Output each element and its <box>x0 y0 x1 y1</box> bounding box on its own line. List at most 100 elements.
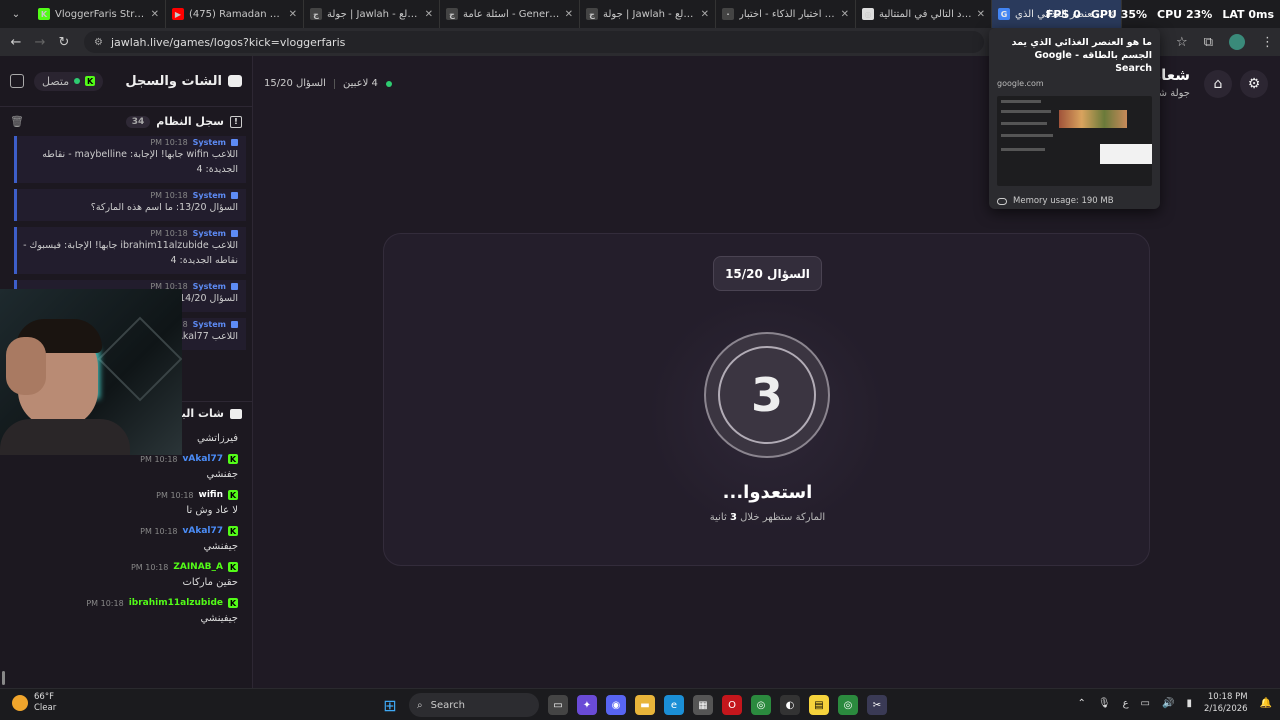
browser-tab[interactable]: K VloggerFaris Stream - Wa ✕ <box>32 0 166 28</box>
online-dot-icon <box>74 78 81 84</box>
close-tab-icon[interactable]: ✕ <box>977 9 985 20</box>
opera-icon[interactable]: O <box>722 695 742 715</box>
tab-hover-preview: ما هو العنصر الغذائي الذي يمد الجسم بالط… <box>989 28 1160 209</box>
battery-icon[interactable]: ▮ <box>1186 698 1192 709</box>
kick-badge-icon: K <box>228 562 238 572</box>
network-icon[interactable]: ▭ <box>1141 698 1150 709</box>
streamer-shirt <box>0 419 130 455</box>
tab-title: (475) Ramadan Backgrou <box>189 8 285 20</box>
cpu-readout: CPU 23% <box>1157 7 1213 21</box>
weather-condition: Clear <box>34 703 57 713</box>
chat-username[interactable]: wifin <box>199 490 223 500</box>
stream-chat-list[interactable]: فيرزاتشي KvAkal77 10:18 PM جفنشي Kwifin 10:18… <box>0 428 252 678</box>
bookmark-star-icon[interactable]: ☆ <box>1176 35 1188 50</box>
tab-title: جولة | Jawlah - منصة الألع <box>603 8 697 20</box>
system-shield-icon <box>231 283 238 290</box>
task-view-icon[interactable]: ▭ <box>548 695 568 715</box>
chat-text: لا عاد وش نا <box>186 505 238 516</box>
wall-logo-decoration <box>97 316 182 402</box>
chat-message: KvAkal77 10:18 PM جفنشي <box>0 454 252 480</box>
log-author: System <box>192 320 226 329</box>
volume-icon[interactable]: 🔊 <box>1162 698 1174 709</box>
system-shield-icon <box>231 321 238 328</box>
close-tab-icon[interactable]: ✕ <box>841 9 849 20</box>
log-text: اللاعب ibrahim11alzubide جابها! الإجابة:… <box>23 240 238 266</box>
close-tab-icon[interactable]: ✕ <box>425 9 433 20</box>
chrome-icon[interactable]: ◎ <box>838 695 858 715</box>
players-count: 4 لاعبين <box>342 78 378 89</box>
trash-icon[interactable]: 🗑 <box>10 115 24 128</box>
chat-username[interactable]: vAkal77 <box>183 526 224 536</box>
taskbar-search[interactable]: ⌕ Search <box>409 693 539 717</box>
close-tab-icon[interactable]: ✕ <box>701 9 709 20</box>
back-arrow-icon[interactable]: ← <box>4 35 28 50</box>
ready-subtext: الماركة ستظهر خلال 3 ثانية <box>709 512 826 523</box>
browser-menu-icon[interactable]: ⋮ <box>1261 35 1274 50</box>
chat-panel-header: الشات والسجل K متصل <box>0 56 252 106</box>
clock[interactable]: 10:18 PM 2/16/2026 <box>1204 691 1248 715</box>
forward-arrow-icon[interactable]: → <box>28 35 52 50</box>
reload-icon[interactable]: ↻ <box>52 35 76 50</box>
browser-tab[interactable]: ◎ العدد التالي في المتتالية ✕ <box>856 0 992 28</box>
chrome-icon[interactable]: ◎ <box>751 695 771 715</box>
tab-title: جولة | Jawlah - منصة الألع <box>327 8 421 20</box>
file-explorer-icon[interactable]: ▬ <box>635 695 655 715</box>
log-time: 10:18 PM <box>150 229 188 238</box>
close-tab-icon[interactable]: ✕ <box>289 9 297 20</box>
chat-time: 10:18 PM <box>130 562 169 572</box>
performance-overlay: FPS 0 GPU 35% CPU 23% LAT 0ms <box>1046 0 1274 28</box>
edge-icon[interactable]: e <box>664 695 684 715</box>
site-settings-icon[interactable]: ⚙ <box>94 37 103 48</box>
log-text: اللاعب wifin جابها! الإجابة: maybelline … <box>42 149 238 175</box>
browser-tab[interactable]: ▶ (475) Ramadan Backgrou ✕ <box>166 0 304 28</box>
profile-avatar[interactable] <box>1229 34 1245 50</box>
home-icon[interactable]: ⌂ <box>1204 70 1232 98</box>
chat-username[interactable]: ibrahim11alzubide <box>129 598 223 608</box>
search-icon: ⌕ <box>417 699 423 711</box>
chat-panel: الشات والسجل K متصل ! سجل النظام 34 🗑 Sy… <box>0 56 253 688</box>
weather-widget[interactable]: 66°F Clear <box>12 692 56 714</box>
obs-icon[interactable]: ◐ <box>780 695 800 715</box>
chat-message: KvAkal77 10:18 PM جيفنشي <box>0 526 252 552</box>
chat-username[interactable]: vAkal77 <box>183 454 224 464</box>
chat-message: Kibrahim11alzubide 10:18 PM جيفينشي <box>0 598 252 624</box>
browser-tab[interactable]: · اختبار الذكاء - اختبار IQ مجا ✕ <box>716 0 856 28</box>
close-tab-icon[interactable]: ✕ <box>565 9 573 20</box>
chat-text: حقين ماركات <box>182 577 238 588</box>
streamer-hand <box>6 337 46 395</box>
kick-badge-icon: K <box>228 598 238 608</box>
webcam-overlay <box>0 289 182 455</box>
discord-icon[interactable]: ◉ <box>606 695 626 715</box>
chat-time: 10:18 PM <box>140 526 178 536</box>
store-icon[interactable]: ▦ <box>693 695 713 715</box>
microphone-icon[interactable]: 🎙 <box>1098 698 1111 709</box>
extensions-icon[interactable]: ⧉ <box>1204 35 1213 50</box>
preview-thumbnail <box>997 96 1152 186</box>
collapse-panel-icon[interactable] <box>10 74 24 88</box>
notification-bell-icon[interactable]: 🔔 <box>1260 698 1272 709</box>
browser-tab[interactable]: ج جولة | Jawlah - منصة الألع ✕ <box>304 0 440 28</box>
browser-tab[interactable]: ج جولة | Jawlah - منصة الألع ✕ <box>580 0 716 28</box>
log-author: System <box>192 138 226 147</box>
system-log-header[interactable]: ! سجل النظام 34 🗑 <box>0 106 252 136</box>
preview-title: ما هو العنصر الغذائي الذي يمد الجسم بالط… <box>1011 37 1152 74</box>
log-time: 10:18 PM <box>150 138 188 147</box>
chat-username[interactable]: ZAINAB_A <box>173 562 223 572</box>
copilot-icon[interactable]: ✦ <box>577 695 597 715</box>
chat-scrollbar[interactable] <box>2 671 5 685</box>
chevron-up-icon[interactable]: ⌃ <box>1077 698 1085 709</box>
language-indicator[interactable]: ع <box>1123 698 1129 709</box>
game-card: السؤال 15/20 3 استعدوا... الماركة ستظهر … <box>383 233 1150 566</box>
start-windows-icon[interactable]: ⊞ <box>380 695 400 715</box>
tab-title: اختبار الذكاء - اختبار IQ مجا <box>739 8 837 20</box>
browser-tab[interactable]: ج أسئلة عامة - General Questions ✕ <box>440 0 580 28</box>
chat-text: جيفينشي <box>200 613 238 624</box>
tab-search-chevron-icon[interactable]: ⌄ <box>4 2 28 26</box>
snipping-tool-icon[interactable]: ✂ <box>867 695 887 715</box>
tab-favicon-icon: ج <box>586 8 598 20</box>
system-tray: ⌃ 🎙 ع ▭ 🔊 ▮ 10:18 PM 2/16/2026 🔔 <box>1077 691 1272 715</box>
address-bar[interactable]: ⚙ jawlah.live/games/logos?kick=vloggerfa… <box>84 31 984 53</box>
sticky-notes-icon[interactable]: ▤ <box>809 695 829 715</box>
settings-gear-icon[interactable]: ⚙ <box>1240 70 1268 98</box>
close-tab-icon[interactable]: ✕ <box>151 9 159 20</box>
